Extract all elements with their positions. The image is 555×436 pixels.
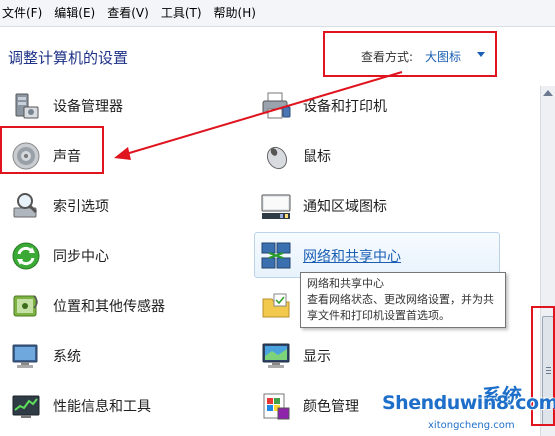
item-label: 索引选项 (53, 199, 109, 215)
item-device-manager[interactable]: 设备管理器 (8, 88, 123, 124)
device-manager-icon (8, 88, 44, 124)
item-mouse[interactable]: 鼠标 (258, 138, 331, 174)
item-label: 鼠标 (303, 149, 331, 165)
system-computer-icon (8, 338, 44, 374)
item-label: 颜色管理 (303, 399, 359, 415)
menu-view[interactable]: 查看(V) (101, 0, 155, 26)
item-label: 通知区域图标 (303, 199, 387, 215)
folder-icon (258, 288, 294, 324)
item-color-management[interactable]: 颜色管理 (258, 388, 359, 424)
menu-help[interactable]: 帮助(H) (208, 0, 262, 26)
item-label: 位置和其他传感器 (53, 299, 165, 315)
sound-annotation-box (0, 126, 104, 174)
item-network-sharing-center[interactable]: 网络和共享中心 (258, 238, 401, 274)
tooltip-title: 网络和共享中心 (307, 277, 384, 290)
menu-tools[interactable]: 工具(T) (155, 0, 208, 26)
view-mode-dropdown[interactable]: 大图标 (425, 48, 461, 65)
menu-edit[interactable]: 编辑(E) (48, 0, 101, 26)
item-label: 同步中心 (53, 249, 109, 265)
chevron-down-icon[interactable] (477, 52, 485, 57)
item-indexing-options[interactable]: 索引选项 (8, 188, 109, 224)
watermark: 系统 Shenduwin8.com xitongcheng.com (382, 384, 555, 436)
item-label: 性能信息和工具 (53, 399, 151, 415)
item-display[interactable]: 显示 (258, 338, 331, 374)
item-location-sensors[interactable]: 位置和其他传感器 (8, 288, 165, 324)
tooltip-description: 查看网络状态、更改网络设置，并为共享文件和打印机设置首选项。 (307, 293, 494, 322)
scroll-up-arrow-icon[interactable] (543, 90, 553, 96)
header: 调整计算机的设置 查看方式: 大图标 (0, 27, 555, 85)
item-label: 系统 (53, 349, 81, 365)
display-monitor-icon (258, 338, 294, 374)
item-devices-printers[interactable]: 设备和打印机 (258, 88, 387, 124)
item-label: 设备和打印机 (303, 99, 387, 115)
location-sensor-icon (8, 288, 44, 324)
menu-bar: 文件(F) 编辑(E) 查看(V) 工具(T) 帮助(H) (0, 0, 555, 27)
item-notification-icons[interactable]: 通知区域图标 (258, 188, 387, 224)
item-label[interactable]: 网络和共享中心 (303, 246, 401, 266)
notification-tray-icon (258, 188, 294, 224)
item-performance[interactable]: 性能信息和工具 (8, 388, 151, 424)
mouse-icon (258, 138, 294, 174)
network-sharing-icon (258, 238, 294, 274)
item-folder-options[interactable] (258, 288, 303, 324)
indexing-search-icon (8, 188, 44, 224)
sync-center-icon (8, 238, 44, 274)
item-label: 显示 (303, 349, 331, 365)
tooltip: 网络和共享中心 查看网络状态、更改网络设置，并为共享文件和打印机设置首选项。 (300, 272, 506, 328)
page-title: 调整计算机的设置 (8, 49, 129, 67)
item-sync-center[interactable]: 同步中心 (8, 238, 109, 274)
watermark-main-text: Shenduwin8.com (382, 392, 555, 414)
view-mode-annotation-box: 查看方式: 大图标 (323, 31, 497, 77)
color-management-icon (258, 388, 294, 424)
view-mode-label: 查看方式: (361, 50, 414, 64)
menu-file[interactable]: 文件(F) (0, 0, 48, 26)
performance-chart-icon (8, 388, 44, 424)
item-system[interactable]: 系统 (8, 338, 81, 374)
printer-icon (258, 88, 294, 124)
item-label: 设备管理器 (53, 99, 123, 115)
watermark-sub-text: xitongcheng.com (428, 420, 515, 431)
